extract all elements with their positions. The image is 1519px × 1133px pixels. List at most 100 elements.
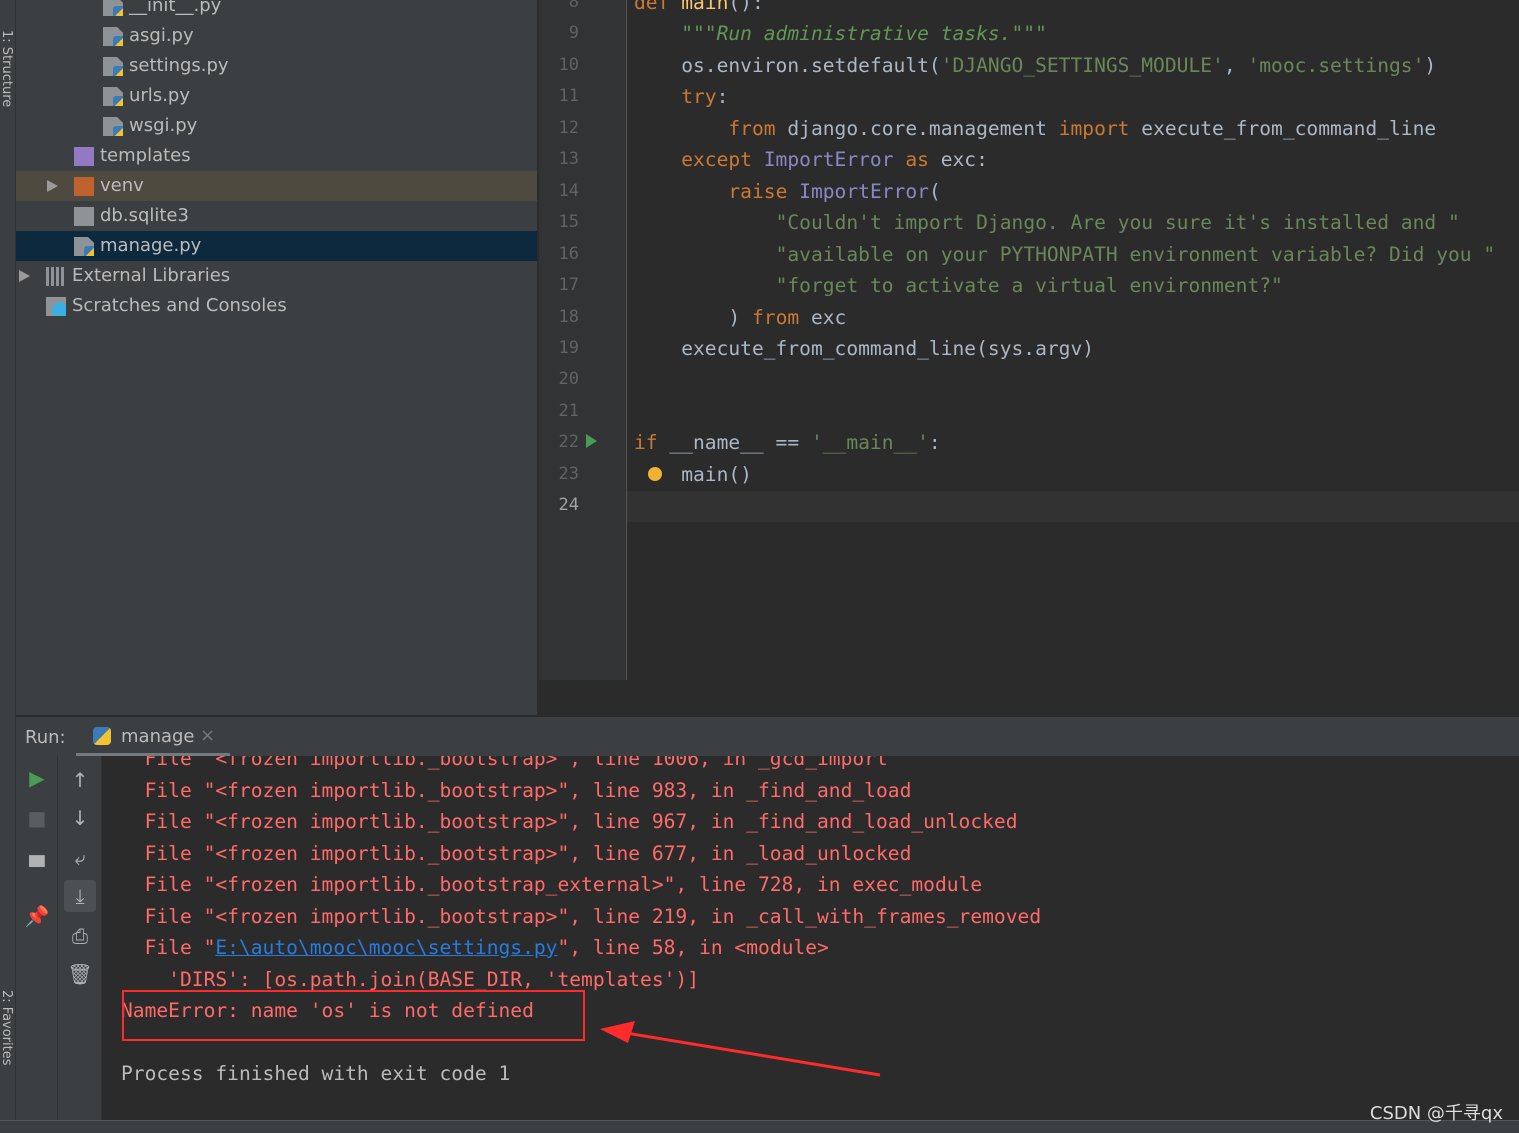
console-text: ", line 58, in <module> xyxy=(557,936,829,959)
code-token: main xyxy=(681,0,729,14)
line-number: 8 xyxy=(568,0,579,12)
code-editor[interactable]: 8 9 10 11 12 13 14 15 16 17 18 19 20 21 22 23 24 def mai… xyxy=(539,0,1519,680)
down-arrow-icon[interactable]: ↓ xyxy=(64,802,96,834)
run-gutter-icon[interactable] xyxy=(586,434,597,448)
folder-excluded-icon xyxy=(74,177,94,196)
console-line: File "<frozen importlib._bootstrap_exter… xyxy=(121,873,983,896)
tree-item-label: wsgi.py xyxy=(129,115,198,136)
tree-item-label: asgi.py xyxy=(129,25,194,46)
soft-wrap-icon[interactable]: ⤶ xyxy=(64,842,96,874)
line-number: 11 xyxy=(558,86,579,107)
code-token: ImportError xyxy=(799,179,929,203)
code-token: '__main__' xyxy=(810,431,929,455)
unknown-icon xyxy=(74,207,94,226)
status-bar xyxy=(0,1120,1519,1133)
code-token: "available on your PYTHONPATH environmen… xyxy=(775,242,1496,266)
tree-item[interactable]: templates xyxy=(16,141,537,171)
project-tree: __init__.py asgi.py settings.py urls.py wsgi… xyxy=(16,0,538,715)
code-token: exc xyxy=(810,305,847,329)
annotation-arrow xyxy=(600,1021,881,1077)
code-line: ) from exc xyxy=(728,302,846,333)
run-toolbar-primary: ▶ ■ ▀ 📌 xyxy=(16,756,58,1120)
code-line: os.environ.setdefault('DJANGO_SETTINGS_M… xyxy=(681,50,1436,81)
layout-icon[interactable]: ▀ xyxy=(21,851,53,883)
code-token: if xyxy=(634,431,670,455)
line-number: 15 xyxy=(558,212,579,233)
code-line: except ImportError as exc: xyxy=(681,144,988,175)
code-token: 'mooc.settings' xyxy=(1247,53,1425,77)
line-number: 19 xyxy=(558,337,579,358)
python-file-icon xyxy=(74,237,94,256)
code-token: "Couldn't import Django. Are you sure it… xyxy=(775,211,1460,235)
code-line: """Run administrative tasks.""" xyxy=(681,18,1047,49)
tree-item[interactable]: db.sqlite3 xyxy=(16,201,537,231)
console-line: File "<frozen importlib._bootstrap>", li… xyxy=(121,841,912,865)
code-token: raise xyxy=(728,179,800,203)
tree-item[interactable]: External Libraries xyxy=(16,261,537,291)
tree-item[interactable]: manage.py xyxy=(16,231,537,261)
trash-icon[interactable]: 🗑 xyxy=(64,958,96,990)
scroll-to-end-icon[interactable]: ⤓ xyxy=(64,880,96,912)
code-token: : xyxy=(928,431,941,455)
code-token: __name__ == xyxy=(669,431,811,455)
code-token: main() xyxy=(681,462,752,486)
code-token: as xyxy=(905,148,941,172)
code-line: try: xyxy=(681,81,728,112)
tree-item-label: urls.py xyxy=(129,85,190,106)
code-token: : xyxy=(716,85,729,109)
exit-message: Process finished with exit code 1 xyxy=(121,1062,511,1085)
line-number: 10 xyxy=(558,54,579,75)
tab-manage[interactable]: manage × xyxy=(76,717,230,757)
line-number: 12 xyxy=(558,117,579,138)
tree-item-label: settings.py xyxy=(129,55,229,76)
tree-item[interactable]: settings.py xyxy=(16,51,537,81)
python-file-icon xyxy=(103,87,123,106)
print-icon[interactable]: ⎙ xyxy=(64,920,96,952)
code-token: "forget to activate a virtual environmen… xyxy=(775,274,1283,298)
stop-icon[interactable]: ■ xyxy=(21,802,53,834)
code-line: if __name__ == '__main__': xyxy=(634,427,941,458)
rerun-icon[interactable]: ▶ xyxy=(21,762,53,794)
lightbulb-icon[interactable] xyxy=(648,467,662,481)
tree-item[interactable]: Scratches and Consoles xyxy=(16,291,537,321)
tree-item-label: __init__.py xyxy=(129,0,222,16)
code-token: """Run administrative tasks.""" xyxy=(681,22,1047,46)
code-token: ) xyxy=(1424,53,1437,77)
annotation-box xyxy=(122,990,585,1041)
line-number: 16 xyxy=(558,243,579,264)
tool-window-strip: 1: Structure 2: Favorites xyxy=(0,0,16,1120)
line-number: 24 xyxy=(558,495,579,516)
tree-item[interactable]: wsgi.py xyxy=(16,111,537,141)
line-number: 20 xyxy=(558,369,579,390)
console-line: File "E:\auto\mooc\mooc\settings.py", li… xyxy=(121,932,829,963)
expand-arrow-icon[interactable] xyxy=(19,270,30,282)
expand-arrow-icon[interactable] xyxy=(47,180,58,192)
watermark: CSDN @千寻qx xyxy=(1369,1103,1503,1124)
line-number: 9 xyxy=(568,23,579,44)
line-number: 21 xyxy=(558,400,579,421)
console-line: File "<frozen importlib._bootstrap>", li… xyxy=(121,810,1018,833)
up-arrow-icon[interactable]: ↑ xyxy=(64,764,96,796)
console-line: File "<frozen importlib._bootstrap>", li… xyxy=(121,756,888,770)
tree-item[interactable]: urls.py xyxy=(16,81,537,111)
code-line: raise ImportError( xyxy=(728,176,940,207)
tree-item[interactable]: __init__.py xyxy=(16,0,537,21)
console-text: File " xyxy=(121,936,216,959)
current-line-highlight xyxy=(627,491,1519,522)
tree-item[interactable]: venv xyxy=(16,171,537,201)
code-line: "available on your PYTHONPATH environmen… xyxy=(776,239,1496,270)
python-file-icon xyxy=(103,27,123,46)
code-token: from xyxy=(751,305,811,329)
file-link[interactable]: E:\auto\mooc\mooc\settings.py xyxy=(215,936,557,959)
tree-item-label: venv xyxy=(100,175,144,196)
pin-icon[interactable]: 📌 xyxy=(21,900,53,932)
code-token: from xyxy=(728,116,788,140)
scratches-icon xyxy=(46,297,66,316)
favorites-tab[interactable]: 2: Favorites xyxy=(0,990,14,1066)
structure-tab[interactable]: 1: Structure xyxy=(0,30,14,107)
code-token: import xyxy=(1058,116,1142,140)
tree-item[interactable]: asgi.py xyxy=(16,21,537,51)
code-token: exc: xyxy=(940,148,988,172)
close-icon[interactable]: × xyxy=(200,725,215,746)
code-token: try xyxy=(681,85,717,109)
